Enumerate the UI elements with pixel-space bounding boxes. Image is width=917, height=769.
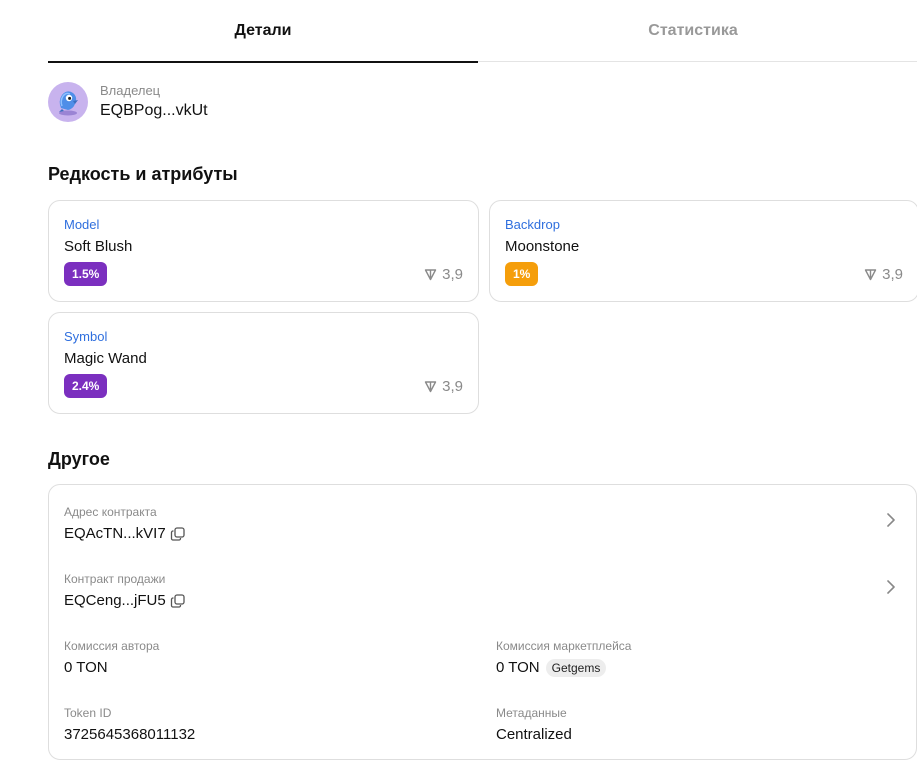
nft-details-page: Детали Статистика Владелец EQBPog...vkUt… bbox=[0, 0, 917, 769]
marketplace-tag: Getgems bbox=[545, 658, 607, 677]
sale-contract-value: EQCeng...jFU5 bbox=[64, 592, 166, 609]
tab-bar: Детали Статистика bbox=[48, 0, 917, 63]
ton-icon bbox=[424, 380, 437, 392]
floor-price-value: 3,9 bbox=[882, 265, 903, 283]
owner-block[interactable]: Владелец EQBPog...vkUt bbox=[48, 82, 208, 122]
attribute-value: Moonstone bbox=[505, 238, 580, 255]
author-fee-block: Комиссия автора 0 TON bbox=[64, 639, 159, 677]
rarity-badge: 1.5% bbox=[64, 262, 108, 286]
rarity-section-title: Редкость и атрибуты bbox=[48, 164, 238, 184]
chevron-right-icon[interactable] bbox=[886, 512, 896, 533]
owner-label: Владелец bbox=[100, 83, 161, 98]
floor-price: 3,9 bbox=[864, 266, 903, 283]
owner-avatar bbox=[48, 82, 88, 122]
marketplace-fee-value: 0 TON bbox=[496, 659, 540, 676]
sale-contract-label: Контракт продажи bbox=[64, 572, 166, 586]
metadata-value: Centralized bbox=[496, 726, 572, 743]
marketplace-fee-block: Комиссия маркетплейса 0 TON Getgems bbox=[496, 639, 631, 677]
floor-price: 3,9 bbox=[424, 378, 463, 395]
metadata-label: Метаданные bbox=[496, 706, 567, 720]
marketplace-fee-label: Комиссия маркетплейса bbox=[496, 639, 632, 653]
rarity-badge: 2.4% bbox=[64, 374, 108, 398]
author-fee-label: Комиссия автора bbox=[64, 639, 160, 653]
tab-statistics[interactable]: Статистика bbox=[478, 0, 908, 62]
copy-icon[interactable] bbox=[170, 593, 186, 609]
owner-address[interactable]: EQBPog...vkUt bbox=[100, 101, 208, 121]
rarity-badge: 1% bbox=[505, 262, 539, 286]
ton-icon bbox=[864, 268, 877, 280]
attribute-card-symbol[interactable]: Symbol Magic Wand 2.4% 3,9 bbox=[48, 312, 479, 414]
attribute-type: Model bbox=[64, 217, 100, 232]
floor-price: 3,9 bbox=[424, 266, 463, 283]
attribute-value: Magic Wand bbox=[64, 350, 147, 367]
ghost-mascot-icon bbox=[59, 91, 78, 116]
tab-details[interactable]: Детали bbox=[48, 0, 478, 63]
other-section-title: Другое bbox=[48, 449, 110, 469]
attribute-card-backdrop[interactable]: Backdrop Moonstone 1% 3,9 bbox=[489, 200, 917, 302]
other-info-card: Адрес контракта EQAcTN...kVI7 Контракт п… bbox=[48, 484, 917, 760]
chevron-right-icon[interactable] bbox=[886, 579, 896, 600]
token-id-block: Token ID 3725645368011132 bbox=[64, 706, 195, 744]
contract-address-row[interactable]: Адрес контракта EQAcTN...kVI7 bbox=[64, 505, 186, 543]
token-id-label: Token ID bbox=[64, 706, 112, 720]
attribute-type: Symbol bbox=[64, 329, 108, 344]
metadata-block: Метаданные Centralized bbox=[496, 706, 572, 744]
contract-address-label: Адрес контракта bbox=[64, 505, 157, 519]
attribute-value: Soft Blush bbox=[64, 238, 133, 255]
floor-price-value: 3,9 bbox=[442, 377, 463, 395]
copy-icon[interactable] bbox=[170, 526, 186, 542]
token-id-value: 3725645368011132 bbox=[64, 726, 196, 743]
ton-icon bbox=[424, 268, 437, 280]
contract-address-value: EQAcTN...kVI7 bbox=[64, 525, 166, 542]
attribute-type: Backdrop bbox=[505, 217, 560, 232]
author-fee-value: 0 TON bbox=[64, 659, 108, 676]
floor-price-value: 3,9 bbox=[442, 265, 463, 283]
attribute-card-model[interactable]: Model Soft Blush 1.5% 3,9 bbox=[48, 200, 479, 302]
sale-contract-row[interactable]: Контракт продажи EQCeng...jFU5 bbox=[64, 572, 186, 610]
